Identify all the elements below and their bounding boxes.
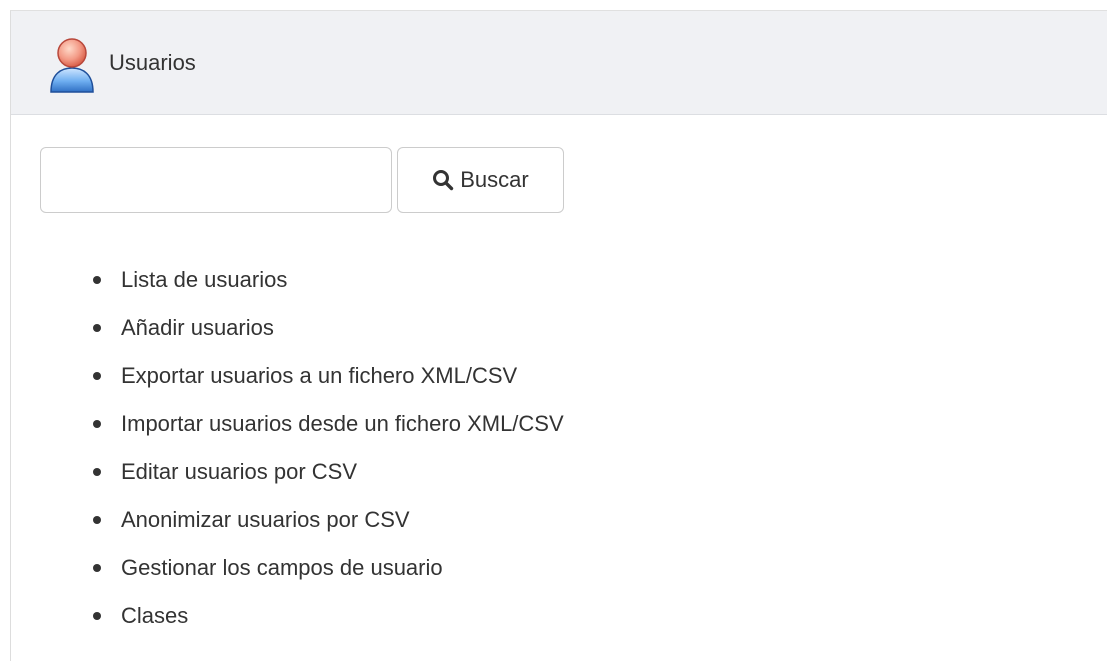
link-importar-usuarios[interactable]: Importar usuarios desde un fichero XML/C…: [121, 411, 564, 436]
panel-heading: Usuarios: [11, 11, 1107, 115]
page-title: Usuarios: [109, 49, 196, 75]
list-item: Importar usuarios desde un fichero XML/C…: [93, 400, 564, 448]
link-anonimizar-usuarios-csv[interactable]: Anonimizar usuarios por CSV: [121, 507, 410, 532]
search-bar: Buscar: [40, 147, 564, 213]
link-editar-usuarios-csv[interactable]: Editar usuarios por CSV: [121, 459, 357, 484]
bullet: [93, 468, 101, 476]
bullet: [93, 516, 101, 524]
list-item: Añadir usuarios: [93, 304, 564, 352]
search-input[interactable]: [40, 147, 392, 213]
list-item: Gestionar los campos de usuario: [93, 544, 564, 592]
search-icon: [432, 169, 454, 191]
search-button[interactable]: Buscar: [397, 147, 564, 213]
bullet: [93, 372, 101, 380]
list-item: Exportar usuarios a un fichero XML/CSV: [93, 352, 564, 400]
link-clases[interactable]: Clases: [121, 603, 188, 628]
user-icon: [47, 34, 97, 96]
list-item: Clases: [93, 592, 564, 640]
link-lista-de-usuarios[interactable]: Lista de usuarios: [121, 267, 287, 292]
bullet: [93, 564, 101, 572]
list-item: Lista de usuarios: [93, 256, 564, 304]
users-panel: Usuarios Buscar Lista de usuarios Añadir…: [10, 10, 1107, 661]
list-item: Anonimizar usuarios por CSV: [93, 496, 564, 544]
link-gestionar-campos-usuario[interactable]: Gestionar los campos de usuario: [121, 555, 443, 580]
bullet: [93, 276, 101, 284]
link-anadir-usuarios[interactable]: Añadir usuarios: [121, 315, 274, 340]
bullet: [93, 324, 101, 332]
link-exportar-usuarios[interactable]: Exportar usuarios a un fichero XML/CSV: [121, 363, 517, 388]
bullet: [93, 420, 101, 428]
users-menu: Lista de usuarios Añadir usuarios Export…: [93, 256, 564, 640]
list-item: Editar usuarios por CSV: [93, 448, 564, 496]
bullet: [93, 612, 101, 620]
search-button-label: Buscar: [460, 167, 529, 192]
